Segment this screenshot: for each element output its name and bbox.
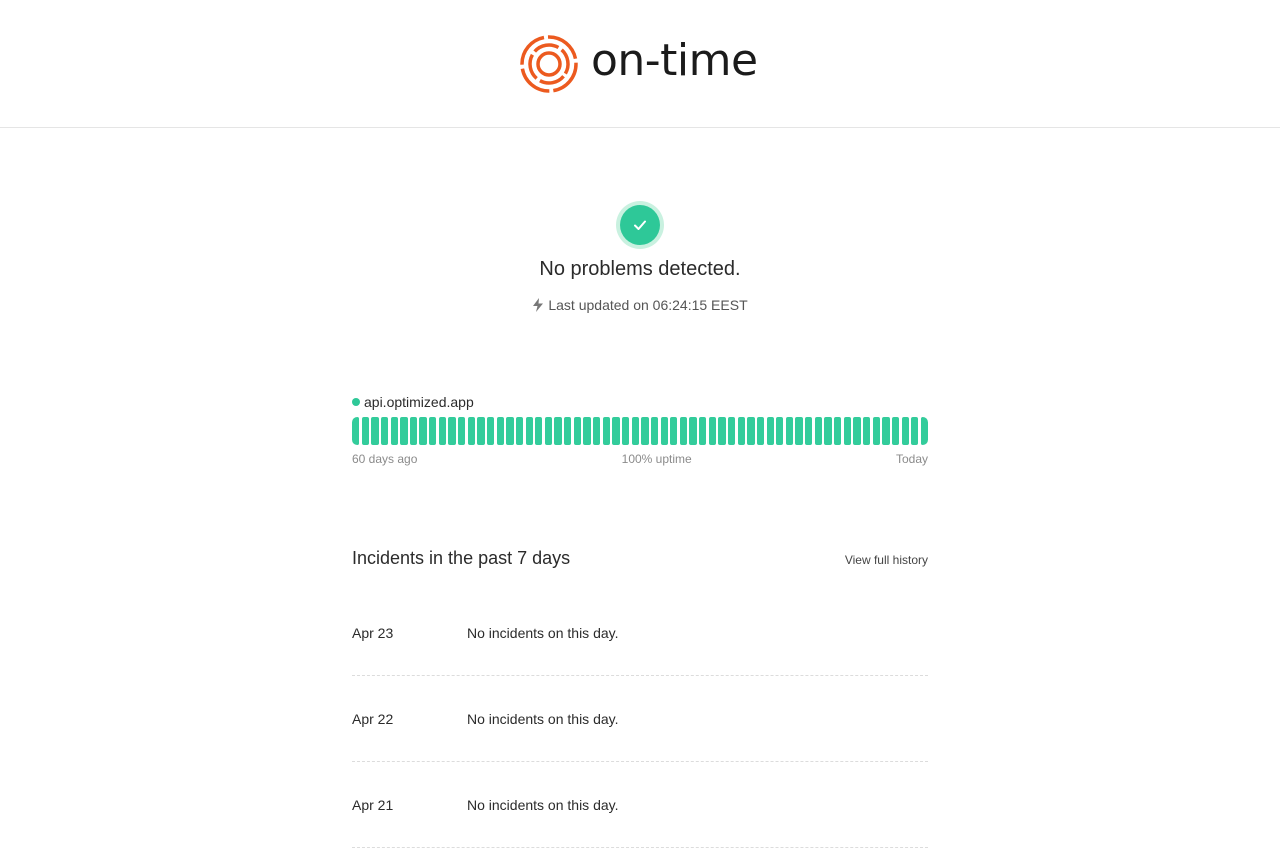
uptime-day-segment[interactable] bbox=[380, 417, 389, 445]
uptime-bar bbox=[352, 417, 929, 445]
incident-date: Apr 23 bbox=[352, 624, 394, 641]
lightning-icon bbox=[533, 298, 544, 312]
uptime-day-segment[interactable] bbox=[602, 417, 610, 445]
last-updated-text: Last updated on 06:24:15 EEST bbox=[548, 297, 748, 313]
incident-date: Apr 22 bbox=[352, 710, 394, 727]
uptime-day-segment[interactable] bbox=[564, 417, 572, 445]
incident-day-list: Apr 23 No incidents on this day. Apr 22 … bbox=[352, 590, 928, 848]
incident-day-row: Apr 23 No incidents on this day. bbox=[352, 590, 928, 676]
uptime-day-segment[interactable] bbox=[843, 417, 851, 445]
service-uptime: api.optimized.app 60 days ago 100% uptim… bbox=[352, 393, 929, 466]
uptime-day-segment[interactable] bbox=[496, 417, 504, 445]
uptime-day-segment[interactable] bbox=[679, 417, 688, 445]
uptime-day-segment[interactable] bbox=[834, 417, 842, 445]
last-updated: Last updated on 06:24:15 EEST bbox=[0, 297, 1280, 313]
uptime-day-segment[interactable] bbox=[670, 417, 678, 445]
uptime-day-segment[interactable] bbox=[612, 417, 620, 445]
uptime-day-segment[interactable] bbox=[515, 417, 524, 445]
uptime-day-segment[interactable] bbox=[525, 417, 533, 445]
incident-summary: No incidents on this day. bbox=[467, 710, 619, 727]
uptime-day-segment[interactable] bbox=[814, 417, 823, 445]
uptime-day-segment[interactable] bbox=[467, 417, 475, 445]
uptime-day-segment[interactable] bbox=[361, 417, 369, 445]
uptime-day-segment[interactable] bbox=[631, 417, 639, 445]
uptime-day-segment[interactable] bbox=[621, 417, 630, 445]
incidents-title: Incidents in the past 7 days bbox=[352, 548, 571, 568]
uptime-day-segment[interactable] bbox=[593, 417, 601, 445]
uptime-day-segment[interactable] bbox=[737, 417, 745, 445]
uptime-day-segment[interactable] bbox=[660, 417, 668, 445]
uptime-day-segment[interactable] bbox=[901, 417, 909, 445]
page-header: on-time bbox=[0, 0, 1280, 128]
uptime-day-segment[interactable] bbox=[776, 417, 784, 445]
incident-day-row: Apr 21 No incidents on this day. bbox=[352, 762, 928, 848]
status-title: No problems detected. bbox=[539, 258, 741, 280]
uptime-day-segment[interactable] bbox=[506, 417, 514, 445]
uptime-day-segment[interactable] bbox=[718, 417, 726, 445]
uptime-day-segment[interactable] bbox=[448, 417, 456, 445]
uptime-day-segment[interactable] bbox=[795, 417, 803, 445]
uptime-day-segment[interactable] bbox=[390, 417, 398, 445]
uptime-day-segment[interactable] bbox=[641, 417, 649, 445]
uptime-day-segment[interactable] bbox=[920, 417, 929, 445]
incident-date: Apr 21 bbox=[352, 796, 394, 813]
uptime-day-segment[interactable] bbox=[727, 417, 736, 445]
uptime-day-segment[interactable] bbox=[766, 417, 774, 445]
uptime-day-segment[interactable] bbox=[872, 417, 880, 445]
uptime-day-segment[interactable] bbox=[708, 417, 716, 445]
uptime-day-segment[interactable] bbox=[805, 417, 813, 445]
uptime-day-segment[interactable] bbox=[477, 417, 485, 445]
uptime-day-segment[interactable] bbox=[438, 417, 447, 445]
uptime-day-segment[interactable] bbox=[756, 417, 765, 445]
uptime-day-segment[interactable] bbox=[554, 417, 562, 445]
uptime-day-segment[interactable] bbox=[699, 417, 707, 445]
uptime-percentage: 100% uptime bbox=[621, 452, 692, 466]
uptime-day-segment[interactable] bbox=[882, 417, 890, 445]
uptime-day-segment[interactable] bbox=[911, 417, 919, 445]
uptime-day-segment[interactable] bbox=[544, 417, 553, 445]
incident-summary: No incidents on this day. bbox=[467, 796, 619, 813]
uptime-day-segment[interactable] bbox=[486, 417, 495, 445]
on-time-logo-icon bbox=[520, 35, 578, 93]
view-full-history-link[interactable]: View full history bbox=[845, 553, 928, 567]
uptime-day-segment[interactable] bbox=[862, 417, 871, 445]
uptime-day-segment[interactable] bbox=[853, 417, 861, 445]
uptime-day-segment[interactable] bbox=[400, 417, 408, 445]
uptime-day-segment[interactable] bbox=[785, 417, 794, 445]
uptime-day-segment[interactable] bbox=[891, 417, 900, 445]
incidents-header: Incidents in the past 7 days View full h… bbox=[352, 548, 928, 569]
uptime-range-end: Today bbox=[895, 452, 928, 466]
service-status-dot bbox=[352, 398, 360, 406]
service-name: api.optimized.app bbox=[364, 394, 474, 410]
brand-logo[interactable]: on-time bbox=[519, 34, 758, 94]
uptime-day-segment[interactable] bbox=[409, 417, 418, 445]
uptime-day-segment[interactable] bbox=[429, 417, 437, 445]
brand-name: on-time bbox=[591, 35, 758, 86]
uptime-day-segment[interactable] bbox=[352, 417, 360, 445]
uptime-day-segment[interactable] bbox=[747, 417, 755, 445]
uptime-day-segment[interactable] bbox=[458, 417, 466, 445]
uptime-day-segment[interactable] bbox=[535, 417, 543, 445]
uptime-day-segment[interactable] bbox=[371, 417, 379, 445]
uptime-day-segment[interactable] bbox=[573, 417, 582, 445]
incident-day-row: Apr 22 No incidents on this day. bbox=[352, 676, 928, 762]
uptime-range-start: 60 days ago bbox=[352, 452, 418, 466]
uptime-day-segment[interactable] bbox=[689, 417, 697, 445]
uptime-day-segment[interactable] bbox=[583, 417, 591, 445]
uptime-day-segment[interactable] bbox=[650, 417, 659, 445]
uptime-day-segment[interactable] bbox=[824, 417, 832, 445]
uptime-day-segment[interactable] bbox=[419, 417, 427, 445]
incident-summary: No incidents on this day. bbox=[467, 624, 619, 641]
status-ok-icon bbox=[616, 201, 664, 249]
